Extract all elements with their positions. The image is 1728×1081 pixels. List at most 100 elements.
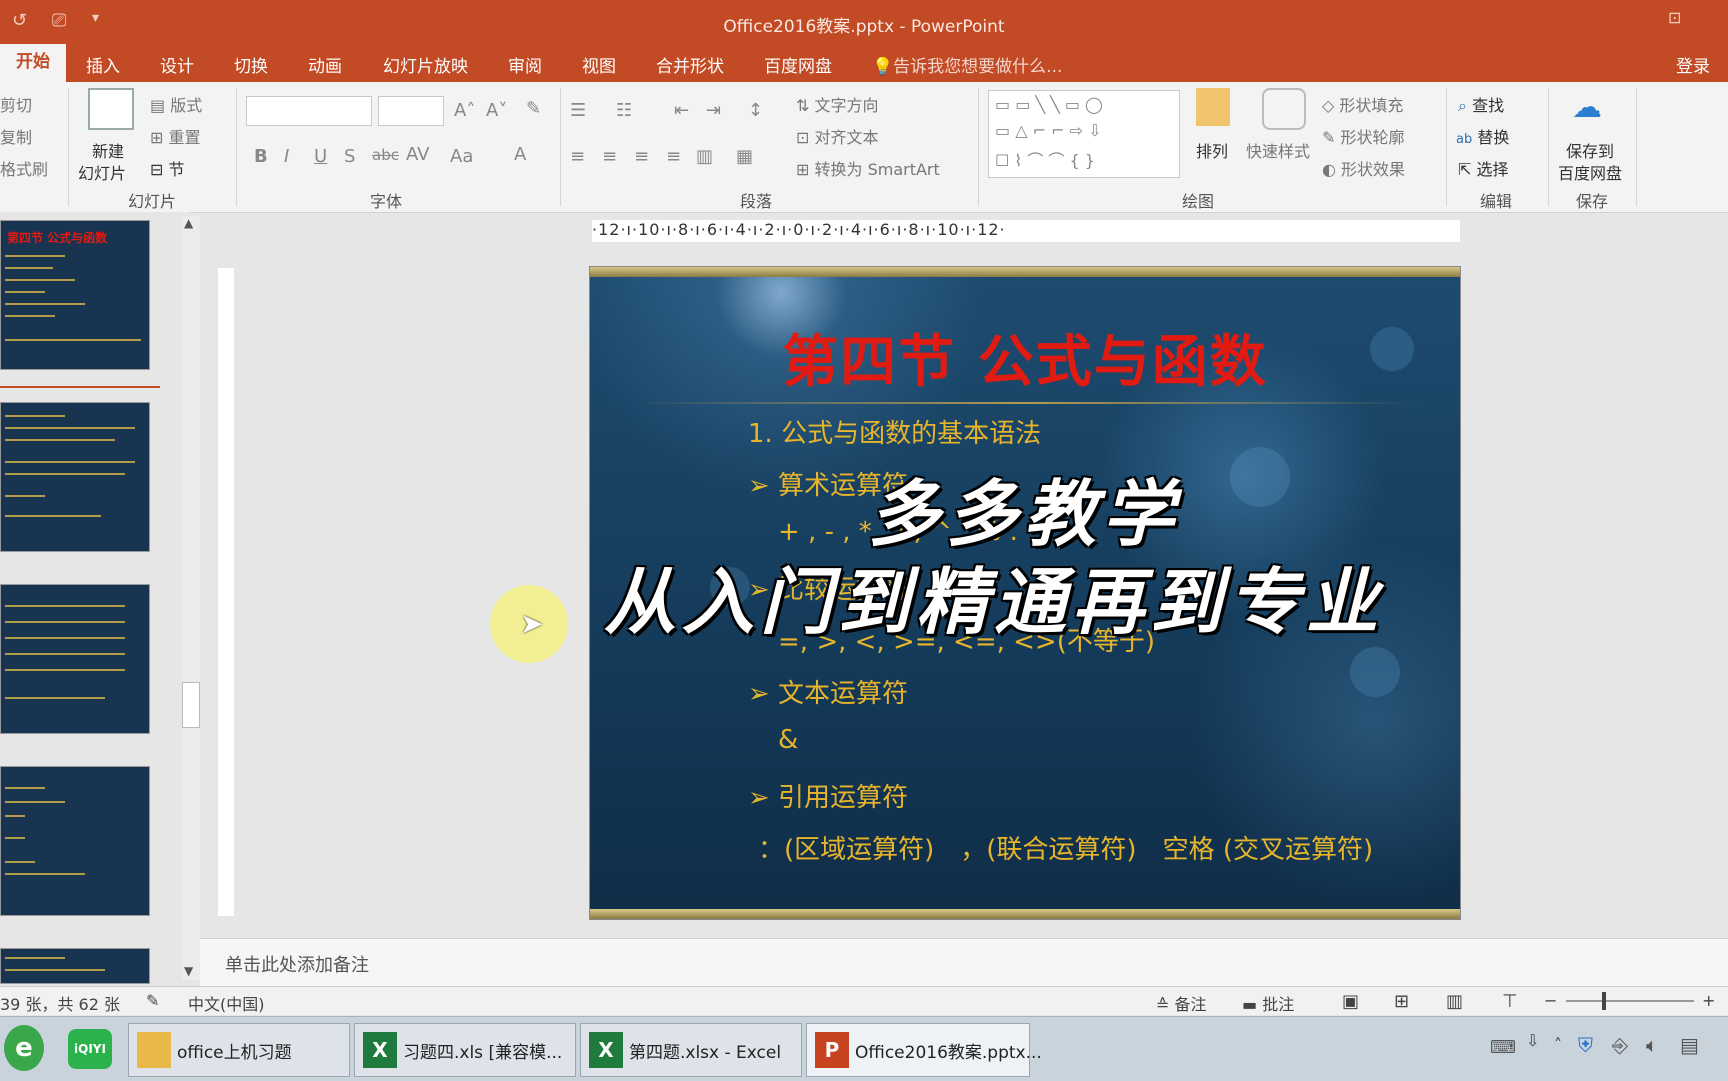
shield-icon[interactable]: ⛨ xyxy=(1578,1033,1593,1057)
scroll-up-icon[interactable]: ▲ xyxy=(184,216,193,230)
slideshow-view-icon[interactable]: ⊤ xyxy=(1502,991,1518,1012)
ribbon-display-icon[interactable]: ⊡ xyxy=(1668,8,1681,27)
save-baidu-label2[interactable]: 百度网盘 xyxy=(1558,160,1622,184)
char-spacing-icon[interactable]: AV xyxy=(406,144,429,165)
tab-transitions[interactable]: 切换 xyxy=(234,52,268,77)
tell-me-box[interactable]: 💡告诉我您想要做什么... xyxy=(872,52,1062,77)
tab-view[interactable]: 视图 xyxy=(582,52,616,77)
volume-icon[interactable]: 🔈︎ xyxy=(1646,1033,1658,1057)
change-case-icon[interactable]: Aa xyxy=(450,146,473,167)
shadow-icon[interactable]: S xyxy=(344,146,355,167)
login-link[interactable]: 登录 xyxy=(1676,52,1710,77)
normal-view-icon[interactable]: ▣ xyxy=(1342,991,1359,1012)
comments-toggle[interactable]: ▬ 批注 xyxy=(1242,991,1294,1015)
spell-check-icon[interactable]: ✎ xyxy=(146,991,159,1010)
new-slide-label2[interactable]: 幻灯片 xyxy=(78,160,126,184)
distributed-icon[interactable]: ▥ xyxy=(696,146,713,167)
numbering-icon[interactable]: ☷ xyxy=(616,100,632,121)
tab-merge-shapes[interactable]: 合并形状 xyxy=(656,52,724,77)
zoom-slider[interactable] xyxy=(1566,1000,1694,1002)
justify-icon[interactable]: ≡ xyxy=(666,146,681,167)
shapes-gallery[interactable]: ▭ ▭ ╲ ╲ ▭ ◯ ▭ △ ⌐ ⌐ ⇨ ⇩ ☐ ⌇ ⌒ ⌒ { } xyxy=(988,90,1180,178)
reading-view-icon[interactable]: ▥ xyxy=(1446,991,1463,1012)
format-painter-button[interactable]: 格式刷 xyxy=(0,156,48,180)
tab-design[interactable]: 设计 xyxy=(160,52,194,77)
shape-row2-icon[interactable]: ▭ △ ⌐ ⌐ ⇨ ⇩ xyxy=(995,121,1101,140)
select-button[interactable]: ⇱ 选择 xyxy=(1458,156,1509,180)
font-family-dropdown[interactable] xyxy=(246,96,372,126)
shape-outline-button[interactable]: ✎ 形状轮廓 xyxy=(1322,124,1405,148)
bold-icon[interactable]: B xyxy=(254,146,268,167)
quick-styles-icon[interactable] xyxy=(1262,88,1306,130)
notes-toggle[interactable]: ≙ 备注 xyxy=(1156,991,1207,1015)
align-right-icon[interactable]: ≡ xyxy=(634,146,649,167)
slide-thumbnail[interactable]: 第四节 公式与函数 xyxy=(0,220,150,370)
slide-thumbnail[interactable] xyxy=(0,584,150,734)
align-text-button[interactable]: ⊡ 对齐文本 xyxy=(796,124,879,148)
shape-effects-button[interactable]: ◐ 形状效果 xyxy=(1322,156,1405,180)
tab-baidu[interactable]: 百度网盘 xyxy=(764,52,832,77)
browser-icon[interactable]: e xyxy=(4,1025,44,1071)
taskbar-item-excel2[interactable]: X 第四题.xlsx - Excel xyxy=(580,1023,802,1077)
tab-slideshow[interactable]: 幻灯片放映 xyxy=(383,52,468,77)
scroll-thumb[interactable] xyxy=(182,682,200,728)
notes-pane[interactable]: 单击此处添加备注 xyxy=(200,938,1728,987)
taskbar-item-powerpoint[interactable]: P Office2016教案.pptx... xyxy=(806,1023,1042,1077)
align-left-icon[interactable]: ≡ xyxy=(570,146,585,167)
underline-icon[interactable]: U xyxy=(314,146,327,167)
line-spacing-icon[interactable]: ↕ xyxy=(748,100,763,121)
decrease-indent-icon[interactable]: ⇤ xyxy=(674,100,689,121)
language-indicator[interactable]: 中文(中国) xyxy=(188,991,265,1015)
taskbar-item-excel1[interactable]: X 习题四.xls [兼容模... xyxy=(354,1023,576,1077)
italic-icon[interactable]: I xyxy=(284,146,289,167)
slide-sorter-icon[interactable]: ⊞ xyxy=(1394,991,1409,1012)
scroll-down-icon[interactable]: ▼ xyxy=(184,964,193,978)
smartart-button[interactable]: ⊞ 转换为 SmartArt xyxy=(796,156,940,180)
arrange-icon[interactable] xyxy=(1196,88,1230,126)
keyboard-icon[interactable]: ⌨ xyxy=(1490,1037,1516,1058)
shape-row3-icon[interactable]: ☐ ⌇ ⌒ ⌒ { } xyxy=(995,147,1095,171)
strikethrough-icon[interactable]: abc xyxy=(372,146,399,164)
thumbnail-scrollbar[interactable]: ▲ ▼ xyxy=(182,216,200,980)
increase-indent-icon[interactable]: ⇥ xyxy=(706,100,721,121)
zoom-out-icon[interactable]: − xyxy=(1544,991,1557,1010)
new-slide-label1[interactable]: 新建 xyxy=(92,138,124,162)
section-button[interactable]: ⊟ 节 xyxy=(150,156,185,180)
shape-textbox-icon[interactable]: ▭ ▭ ╲ ╲ ▭ ◯ xyxy=(995,95,1103,114)
new-slide-icon[interactable] xyxy=(88,88,134,130)
reset-button[interactable]: ⊞ 重置 xyxy=(150,124,201,148)
slide-thumbnail[interactable] xyxy=(0,766,150,916)
font-color-icon[interactable]: A xyxy=(514,144,526,165)
usb-icon[interactable]: ⎆ xyxy=(1612,1033,1628,1057)
save-baidu-label1[interactable]: 保存到 xyxy=(1566,138,1614,162)
tab-review[interactable]: 审阅 xyxy=(508,52,542,77)
columns-icon[interactable]: ▦ xyxy=(736,146,753,167)
ime-icon[interactable]: ⇩ xyxy=(1526,1031,1539,1050)
find-button[interactable]: ⌕ 查找 xyxy=(1458,92,1504,116)
baidu-cloud-icon[interactable]: ☁ xyxy=(1572,90,1602,125)
notes-placeholder[interactable]: 单击此处添加备注 xyxy=(225,951,369,977)
arrange-label[interactable]: 排列 xyxy=(1196,138,1228,162)
slide-thumbnail[interactable] xyxy=(0,402,150,552)
tab-insert[interactable]: 插入 xyxy=(86,52,120,77)
slide-canvas[interactable]: 第四节 公式与函数 1. 公式与函数的基本语法 ➢ 算术运算符 + , - , … xyxy=(589,266,1461,920)
align-center-icon[interactable]: ≡ xyxy=(602,146,617,167)
quick-styles-label[interactable]: 快速样式 xyxy=(1246,138,1310,162)
tab-animations[interactable]: 动画 xyxy=(308,52,342,77)
replace-button[interactable]: ab 替换 xyxy=(1456,124,1509,148)
network-icon[interactable]: ▤ xyxy=(1680,1033,1699,1057)
taskbar-item-folder[interactable]: office上机习题 xyxy=(128,1023,350,1077)
zoom-slider-thumb[interactable] xyxy=(1602,992,1606,1010)
copy-button[interactable]: 复制 xyxy=(0,124,32,148)
shrink-font-icon[interactable]: A˅ xyxy=(486,100,507,121)
iqiyi-icon[interactable]: iQIYI xyxy=(68,1029,112,1069)
tab-home[interactable]: 开始 xyxy=(0,44,66,82)
cut-button[interactable]: 剪切 xyxy=(0,92,32,116)
grow-font-icon[interactable]: A˄ xyxy=(454,100,475,121)
shape-fill-button[interactable]: ◇ 形状填充 xyxy=(1322,92,1403,116)
bullets-icon[interactable]: ☰ xyxy=(570,100,586,121)
clear-format-icon[interactable]: ✎ xyxy=(526,98,541,119)
text-direction-button[interactable]: ⇅ 文字方向 xyxy=(796,92,879,116)
slide-thumbnail[interactable] xyxy=(0,948,150,984)
zoom-in-icon[interactable]: + xyxy=(1702,991,1715,1010)
